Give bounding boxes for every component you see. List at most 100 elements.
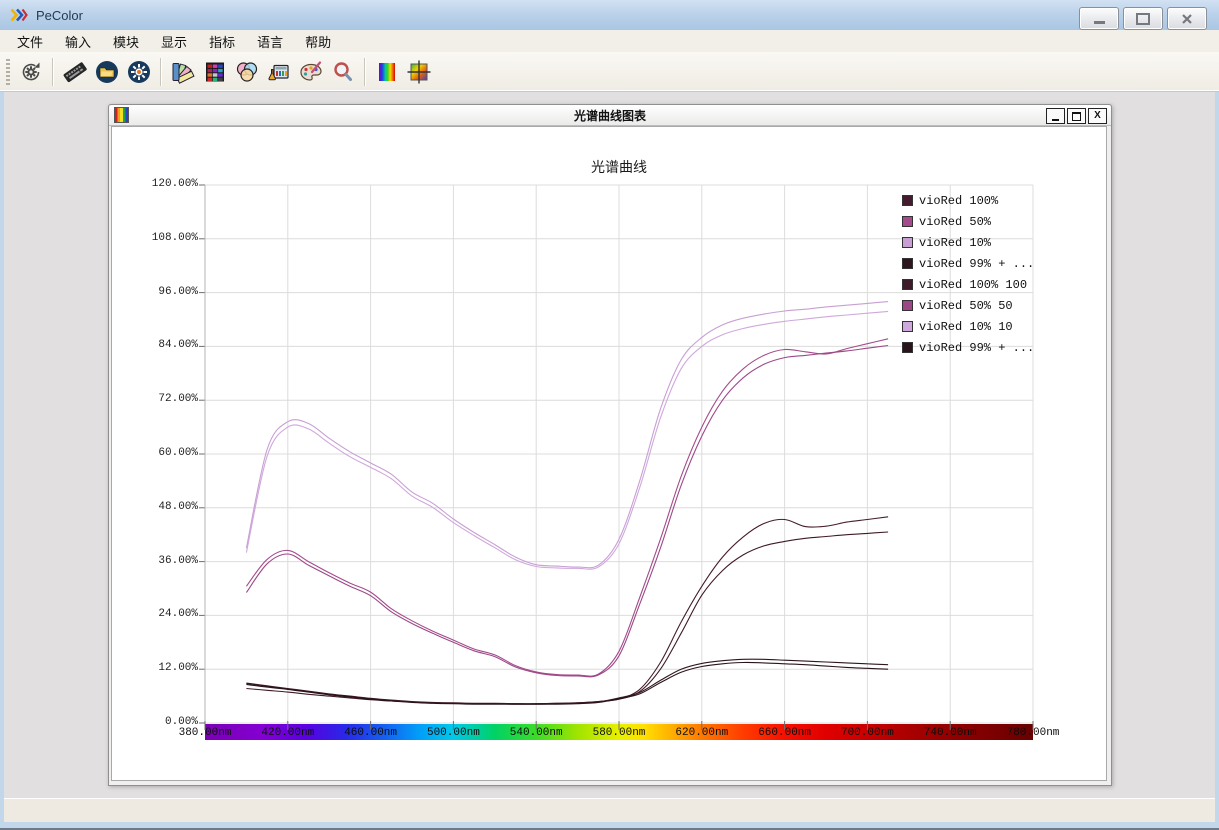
legend-swatch — [902, 300, 913, 311]
legend-label: vioRed 99% + ... — [919, 341, 1034, 355]
minimize-icon — [1052, 119, 1059, 121]
spectral-chart-window: 光谱曲线图表 X 光谱曲线 120.00% 108.00% 96.00% 84.00%… — [108, 104, 1112, 786]
legend-label: vioRed 50% 50 — [919, 299, 1013, 313]
folder-icon — [94, 59, 120, 85]
spectrum-bar-button[interactable] — [372, 57, 402, 87]
chart-legend: vioRed 100% vioRed 50% vioRed 10% vioRed… — [902, 190, 1034, 358]
y-tick-label: 60.00% — [112, 447, 198, 459]
menu-item-metrics[interactable]: 指标 — [198, 30, 246, 53]
legend-swatch — [902, 258, 913, 269]
chart-window-title: 光谱曲线图表 — [109, 107, 1111, 124]
chart-client-area: 光谱曲线 120.00% 108.00% 96.00% 84.00% 72.00% 60.… — [111, 126, 1107, 781]
menu-item-input[interactable]: 输入 — [54, 30, 102, 53]
zoom-button[interactable] — [328, 57, 358, 87]
x-tick-label: 620.00nm — [662, 727, 742, 739]
y-tick-label: 36.00% — [112, 555, 198, 567]
keyboard-button[interactable] — [60, 57, 90, 87]
settings-sync-icon — [18, 59, 44, 85]
toolbar-separator — [52, 58, 54, 86]
chart-close-button[interactable]: X — [1088, 108, 1107, 124]
app-logo-icon — [10, 8, 28, 22]
chart-restore-button[interactable] — [1067, 108, 1086, 124]
y-tick-label: 108.00% — [112, 232, 198, 244]
menu-item-module[interactable]: 模块 — [102, 30, 150, 53]
app-titlebar[interactable]: PeColor — [0, 0, 1219, 30]
close-button[interactable] — [1167, 7, 1207, 30]
legend-swatch — [902, 279, 913, 290]
legend-label: vioRed 50% — [919, 215, 991, 229]
legend-item: vioRed 50% 50 — [902, 295, 1034, 316]
menu-item-language[interactable]: 语言 — [246, 30, 294, 53]
legend-swatch — [902, 216, 913, 227]
chart-window-titlebar[interactable]: 光谱曲线图表 X — [109, 105, 1111, 126]
mdi-workspace: 光谱曲线图表 X 光谱曲线 120.00% 108.00% 96.00% 84.00%… — [4, 92, 1215, 798]
y-tick-label: 24.00% — [112, 608, 198, 620]
maximize-icon — [1136, 13, 1150, 25]
y-tick-label: 120.00% — [112, 178, 198, 190]
legend-swatch — [902, 342, 913, 353]
close-icon — [1181, 14, 1193, 24]
light-source-button[interactable] — [124, 57, 154, 87]
menu-item-display[interactable]: 显示 — [150, 30, 198, 53]
swatch-fan-button[interactable] — [168, 57, 198, 87]
color-grid-icon — [202, 59, 228, 85]
curve-viored-50-50 — [246, 346, 888, 677]
legend-label: vioRed 100% — [919, 194, 998, 208]
palette-icon — [298, 59, 324, 85]
chart-title: 光谱曲线 — [205, 157, 1033, 177]
spectral-plot: 光谱曲线 120.00% 108.00% 96.00% 84.00% 72.00% 60.… — [112, 127, 1104, 778]
palette-button[interactable] — [296, 57, 326, 87]
toolbar-grip[interactable] — [6, 59, 10, 85]
curve-viored-100-100 — [246, 532, 888, 704]
color-grid-button[interactable] — [200, 57, 230, 87]
y-tick-label: 12.00% — [112, 662, 198, 674]
legend-label: vioRed 10% — [919, 236, 991, 250]
x-tick-label: 780.00nm — [993, 727, 1073, 739]
legend-item: vioRed 100% 100 — [902, 274, 1034, 295]
gradient-picker-icon — [406, 59, 432, 85]
legend-label: vioRed 99% + ... — [919, 257, 1034, 271]
x-tick-label: 540.00nm — [496, 727, 576, 739]
status-bar — [4, 798, 1215, 822]
y-tick-label: 84.00% — [112, 339, 198, 351]
settings-sync-button[interactable] — [16, 57, 46, 87]
x-tick-label: 740.00nm — [910, 727, 990, 739]
app-title: PeColor — [36, 8, 83, 23]
legend-item: vioRed 99% + ... — [902, 253, 1034, 274]
legend-swatch — [902, 237, 913, 248]
rainbow-bar-icon — [374, 59, 400, 85]
curve-viored-10- — [246, 302, 888, 568]
legend-item: vioRed 10% 10 — [902, 316, 1034, 337]
close-icon: X — [1094, 111, 1101, 121]
open-folder-button[interactable] — [92, 57, 122, 87]
x-tick-label: 460.00nm — [331, 727, 411, 739]
maximize-button[interactable] — [1123, 7, 1163, 30]
x-tick-label: 420.00nm — [248, 727, 328, 739]
sun-icon — [126, 59, 152, 85]
chart-minimize-button[interactable] — [1046, 108, 1065, 124]
x-tick-label: 660.00nm — [745, 727, 825, 739]
minimize-button[interactable] — [1079, 7, 1119, 30]
swatch-fan-icon — [170, 59, 196, 85]
color-picker-button[interactable] — [404, 57, 434, 87]
y-tick-label: 96.00% — [112, 286, 198, 298]
desktop: { "window": { "title": "PeColor", "contr… — [0, 0, 1219, 830]
legend-item: vioRed 99% + ... — [902, 337, 1034, 358]
menu-item-file[interactable]: 文件 — [6, 30, 54, 53]
cmy-circles-icon — [234, 59, 260, 85]
menu-item-help[interactable]: 帮助 — [294, 30, 342, 53]
y-tick-label: 72.00% — [112, 393, 198, 405]
toolbar-separator — [364, 58, 366, 86]
legend-item: vioRed 10% — [902, 232, 1034, 253]
x-tick-label: 380.00nm — [165, 727, 245, 739]
legend-swatch — [902, 195, 913, 206]
x-tick-label: 700.00nm — [827, 727, 907, 739]
menu-bar: 文件 输入 模块 显示 指标 语言 帮助 — [0, 30, 1219, 52]
legend-item: vioRed 100% — [902, 190, 1034, 211]
toolbar — [0, 52, 1219, 92]
x-tick-label: 500.00nm — [413, 727, 493, 739]
color-mix-button[interactable] — [232, 57, 262, 87]
toolbar-separator — [160, 58, 162, 86]
instrument-button[interactable] — [264, 57, 294, 87]
legend-swatch — [902, 321, 913, 332]
